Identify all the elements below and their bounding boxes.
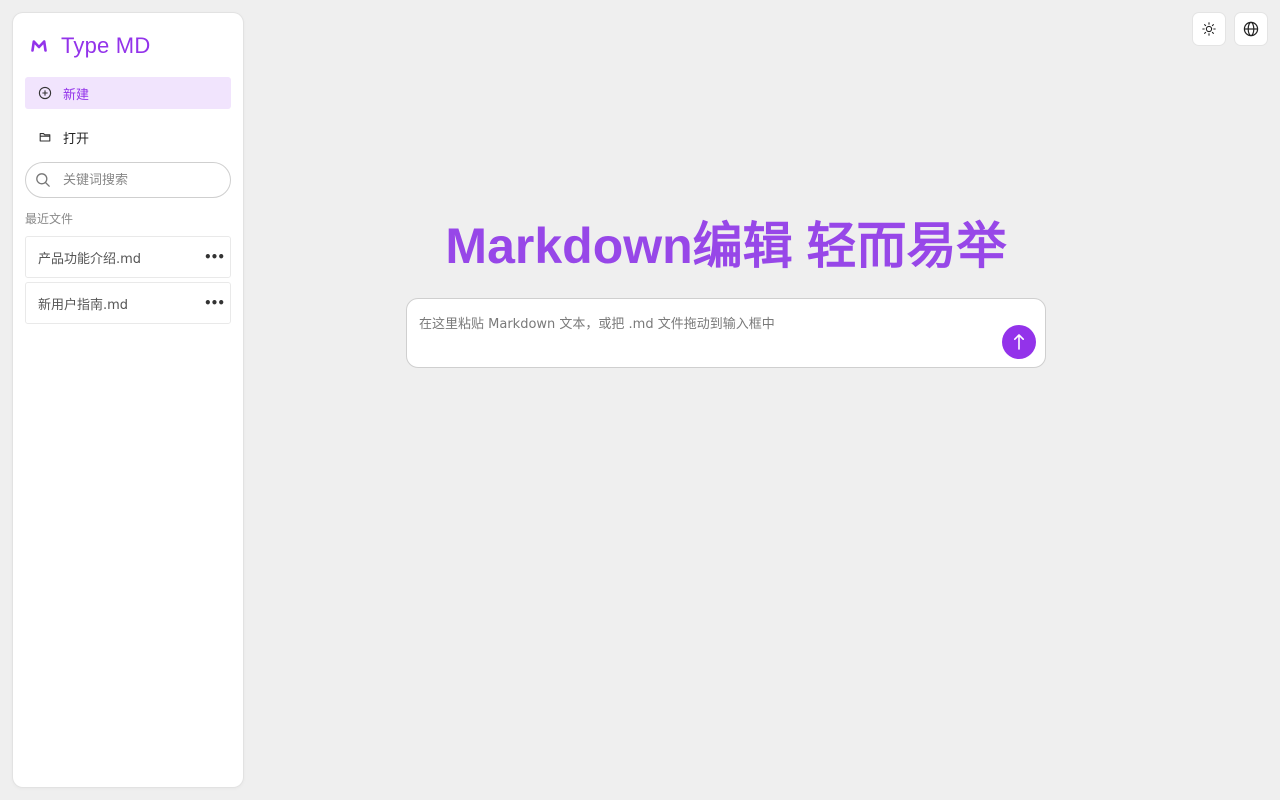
more-options-icon[interactable]: ••• <box>204 297 225 309</box>
submit-button[interactable] <box>1002 325 1036 359</box>
sun-icon <box>1202 22 1216 36</box>
folder-icon <box>38 130 52 144</box>
recent-files-list: 产品功能介绍.md ••• 新用户指南.md ••• <box>25 236 231 324</box>
recent-file-item[interactable]: 新用户指南.md ••• <box>25 282 231 324</box>
plus-circle-icon <box>38 86 52 100</box>
markdown-input-box <box>406 298 1046 368</box>
more-options-icon[interactable]: ••• <box>204 251 225 263</box>
theme-toggle-button[interactable] <box>1193 13 1225 45</box>
search-box <box>25 162 231 198</box>
recent-file-item[interactable]: 产品功能介绍.md ••• <box>25 236 231 278</box>
new-file-button[interactable]: 新建 <box>25 77 231 109</box>
language-button[interactable] <box>1235 13 1267 45</box>
sidebar: Type MD 新建 打开 最近文件 产品功能介绍.md <box>13 13 243 787</box>
brand[interactable]: Type MD <box>25 13 231 79</box>
arrow-up-icon <box>1012 332 1026 352</box>
hero-title: Markdown编辑 轻而易举 <box>445 218 1007 274</box>
app-title: Type MD <box>61 33 151 58</box>
recent-files-heading: 最近文件 <box>25 212 74 226</box>
file-name: 产品功能介绍.md <box>38 251 142 267</box>
search-input[interactable] <box>63 172 213 188</box>
markdown-input[interactable] <box>419 313 999 357</box>
file-name: 新用户指南.md <box>38 297 129 313</box>
search-icon <box>35 172 51 188</box>
open-file-label: 打开 <box>63 131 90 147</box>
globe-icon <box>1243 21 1259 37</box>
markdown-logo-icon <box>30 37 48 55</box>
open-file-button[interactable]: 打开 <box>25 121 231 153</box>
new-file-label: 新建 <box>63 87 90 103</box>
